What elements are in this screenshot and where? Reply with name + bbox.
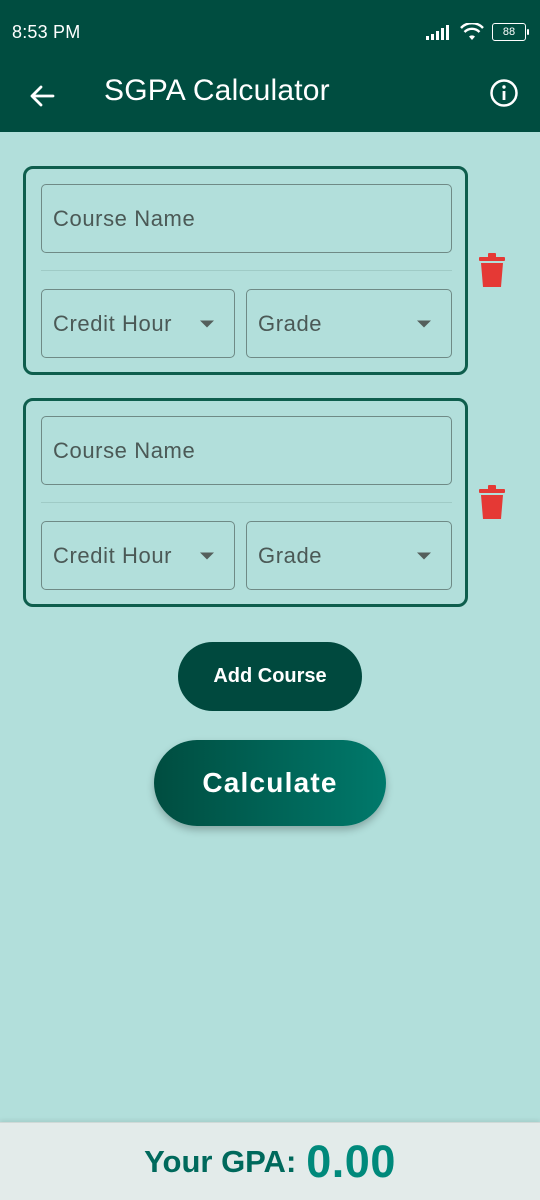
grade-placeholder: Grade (258, 310, 323, 336)
gpa-value: 0.00 (306, 1135, 396, 1187)
credit-hour-placeholder: Credit Hour (53, 310, 173, 336)
wifi-icon (460, 23, 484, 40)
course-card: Course Name Credit Hour Grade (23, 398, 468, 607)
dropdown-arrow-icon (417, 552, 431, 559)
calculate-button[interactable]: Calculate (154, 740, 386, 826)
app-bar: SGPA Calculator (0, 62, 540, 132)
course-name-placeholder: Course Name (53, 437, 196, 463)
dropdown-arrow-icon (200, 552, 214, 559)
status-time: 8:53 PM (12, 22, 81, 42)
info-icon (490, 79, 518, 107)
credit-hour-dropdown[interactable]: Credit Hour (41, 289, 235, 358)
battery-level: 88 (502, 25, 516, 38)
grade-dropdown[interactable]: Grade (246, 289, 452, 358)
info-button[interactable] (486, 75, 522, 111)
battery-icon: 88 (492, 23, 529, 41)
course-name-input[interactable]: Course Name (41, 416, 452, 485)
grade-placeholder: Grade (258, 542, 323, 568)
course-name-placeholder: Course Name (53, 205, 196, 231)
credit-hour-placeholder: Credit Hour (53, 542, 173, 568)
gpa-label: Your GPA: (144, 1143, 297, 1179)
dropdown-arrow-icon (200, 320, 214, 327)
arrow-left-icon (30, 85, 55, 107)
delete-course-button[interactable] (477, 251, 507, 289)
trash-icon (479, 485, 505, 519)
course-name-input[interactable]: Course Name (41, 184, 452, 253)
grade-dropdown[interactable]: Grade (246, 521, 452, 590)
credit-hour-dropdown[interactable]: Credit Hour (41, 521, 235, 590)
gpa-result-bar: Your GPA: 0.00 (0, 1122, 540, 1200)
back-button[interactable] (22, 76, 62, 116)
page-title: SGPA Calculator (104, 74, 330, 107)
trash-icon (479, 253, 505, 287)
signal-icon (426, 25, 449, 40)
status-bar: 8:53 PM 88 (0, 0, 540, 62)
dropdown-arrow-icon (417, 320, 431, 327)
add-course-button[interactable]: Add Course (178, 642, 362, 711)
status-icons: 88 (426, 22, 529, 42)
course-card: Course Name Credit Hour Grade (23, 166, 468, 375)
delete-course-button[interactable] (477, 483, 507, 521)
divider (41, 270, 452, 271)
divider (41, 502, 452, 503)
